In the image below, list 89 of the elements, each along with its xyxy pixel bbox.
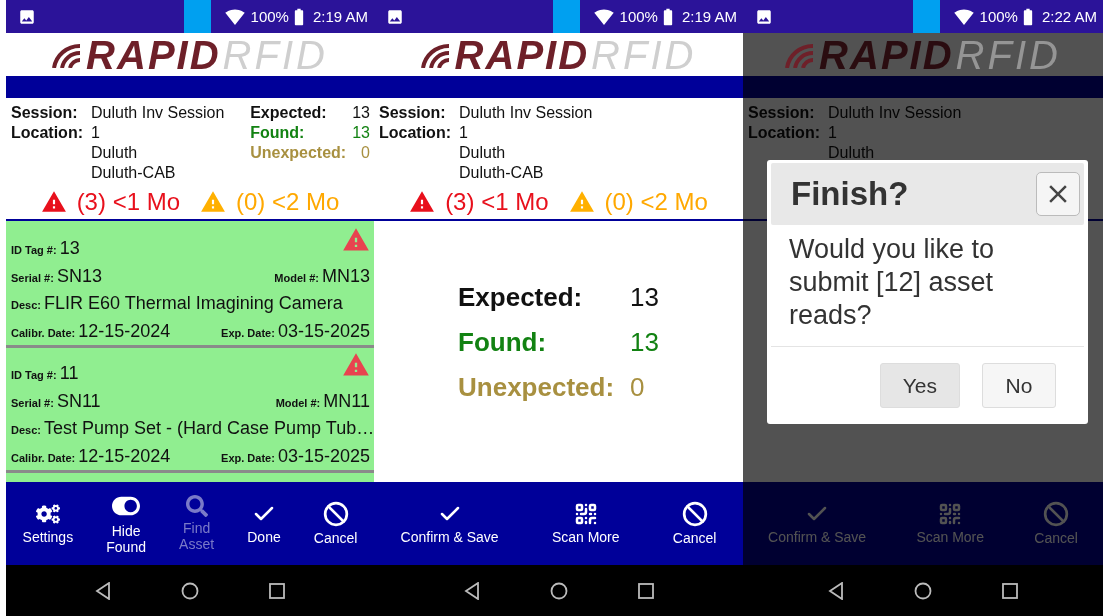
home-icon[interactable]: [181, 581, 199, 600]
location-value: Duluth: [459, 143, 507, 163]
count-label: Found:: [250, 123, 305, 143]
location-value: 1: [459, 123, 469, 143]
qr-code-icon: [573, 502, 598, 526]
recents-icon[interactable]: [269, 582, 285, 599]
asset-field: Calibr. Date: 12-15-2024: [11, 320, 171, 342]
qr-code-icon: [938, 502, 963, 526]
session-label: Session:: [748, 103, 816, 123]
count-value: 0: [361, 143, 370, 163]
asset-field: ID Tag #: 11: [11, 363, 79, 385]
asset-field: Serial #: SN13: [11, 265, 102, 287]
gears-icon: [35, 502, 60, 526]
location-value: Duluth: [91, 143, 139, 163]
location-value: 1: [828, 123, 838, 143]
location-value: Duluth-CAB: [459, 163, 545, 183]
session-label: Session:: [11, 103, 79, 123]
toolbar-button[interactable]: Done: [243, 502, 285, 545]
notification-block: [552, 0, 580, 33]
toolbar-button[interactable]: Scan More: [547, 502, 624, 545]
cancel-icon: [322, 501, 349, 527]
notification-block: [912, 0, 940, 33]
battery-percent: 100%: [979, 8, 1018, 25]
location-value: Duluth: [828, 143, 876, 163]
asset-field: Model #: MN13: [274, 265, 370, 287]
count-value: 13: [352, 103, 370, 123]
toolbar-button[interactable]: Cancel: [668, 501, 721, 546]
toolbar-button[interactable]: Confirm & Save: [396, 502, 503, 545]
asset-field: Model #: MN11: [275, 390, 370, 412]
dialog-title: Finish?: [791, 175, 909, 213]
clock: 2:19 AM: [312, 8, 368, 25]
alert-count: (3) <1 Mo: [445, 188, 549, 216]
location-value: Duluth-CAB: [91, 163, 177, 183]
asset-field: Calibr. Date: 12-15-2024: [11, 445, 171, 467]
dialog-message: Would you like to submit [12] asset reads?: [771, 233, 1084, 347]
back-icon[interactable]: [463, 581, 480, 600]
asset-field: Serial #: SN11: [11, 390, 101, 412]
battery-percent: 100%: [250, 8, 289, 25]
location-label: Location:: [379, 123, 451, 143]
home-icon[interactable]: [549, 581, 568, 600]
image-icon: [755, 7, 773, 26]
logo-subword: RFID: [955, 34, 1061, 75]
location-value: 1: [91, 123, 101, 143]
dialog-button[interactable]: No: [982, 363, 1056, 408]
toolbar-button[interactable]: Cancel: [309, 501, 362, 546]
toolbar-button[interactable]: Settings: [18, 502, 78, 545]
back-icon[interactable]: [95, 581, 111, 600]
session-label: Session:: [379, 103, 447, 123]
count-label: Unexpected:: [250, 143, 347, 163]
alert-count: (0) <2 Mo: [604, 188, 708, 216]
logo-wordmark: RAPID: [86, 34, 221, 75]
count-value: 13: [352, 123, 370, 143]
count-label: Unexpected:: [458, 372, 615, 403]
count-value: 13: [630, 282, 659, 313]
clock: 2:19 AM: [681, 8, 737, 25]
location-label: Location:: [748, 123, 820, 143]
session-value: Duluth Inv Session: [91, 103, 225, 123]
recents-icon[interactable]: [1002, 582, 1018, 599]
alert-count: (0) <2 Mo: [236, 188, 340, 216]
session-value: Duluth Inv Session: [828, 103, 962, 123]
recents-icon[interactable]: [637, 582, 654, 599]
close-button[interactable]: [1036, 172, 1080, 216]
alert-count: (3) <1 Mo: [76, 188, 180, 216]
count-label: Expected:: [458, 282, 584, 313]
count-label: Expected:: [250, 103, 327, 123]
cancel-icon: [1043, 501, 1070, 527]
toolbar-button[interactable]: Hide Found: [102, 492, 150, 555]
battery-percent: 100%: [619, 8, 658, 25]
clock: 2:22 AM: [1041, 8, 1097, 25]
location-label: Location:: [11, 123, 83, 143]
logo-wordmark: RAPID: [454, 34, 590, 75]
session-value: Duluth Inv Session: [459, 103, 593, 123]
logo-wordmark: RAPID: [819, 34, 954, 75]
asset-field: Exp. Date: 03-15-2025: [221, 445, 370, 467]
dialog-button[interactable]: Yes: [879, 363, 960, 408]
cancel-icon: [681, 501, 708, 527]
count-value: 0: [630, 372, 646, 403]
image-icon: [386, 7, 404, 26]
notification-block: [183, 0, 211, 33]
search-icon: [185, 495, 208, 517]
count-label: Found:: [458, 327, 548, 358]
back-icon[interactable]: [828, 581, 844, 600]
count-value: 13: [630, 327, 659, 358]
image-icon: [18, 7, 36, 26]
asset-field: ID Tag #: 13: [11, 238, 80, 260]
home-icon[interactable]: [914, 581, 932, 600]
asset-field: Exp. Date: 03-15-2025: [221, 320, 370, 342]
asset-field: Desc: FLIR E60 Thermal Imagining Camera: [11, 293, 343, 315]
asset-field: Desc: Test Pump Set - (Hard Case Pump Tub…: [11, 418, 374, 440]
